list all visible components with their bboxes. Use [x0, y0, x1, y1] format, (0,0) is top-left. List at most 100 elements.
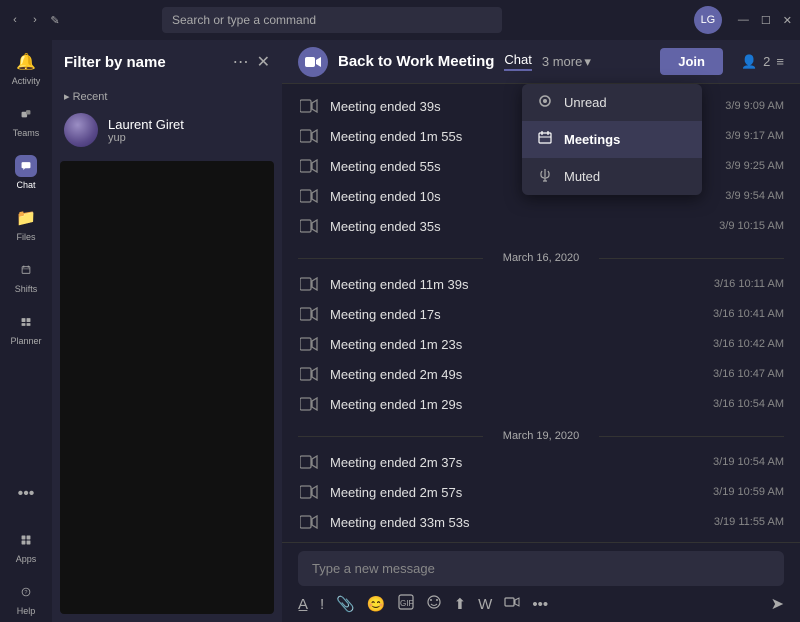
message-text: Meeting ended 1m 23s [330, 337, 703, 352]
video-call-icon [298, 215, 320, 237]
important-btn[interactable]: ! [320, 596, 324, 613]
nav-item-apps[interactable]: Apps [4, 522, 48, 570]
chevron-down-icon: ▾ [584, 54, 591, 70]
message-time: 3/9 9:17 AM [725, 130, 784, 142]
message-text: Meeting ended 33m 53s [330, 515, 704, 530]
nav-item-activity[interactable]: 🔔 Activity [4, 44, 48, 92]
maximize-btn[interactable]: ☐ [761, 14, 771, 27]
sidebar-title: Filter by name [64, 54, 225, 71]
message-time: 3/16 10:47 AM [713, 368, 784, 380]
sidebar-more-btn[interactable]: ⋯ [233, 52, 249, 72]
forward-btn[interactable]: › [28, 13, 42, 27]
svg-text:GIF: GIF [400, 599, 413, 608]
planner-icon [15, 311, 37, 333]
dropdown-muted-label: Muted [564, 169, 600, 184]
participants-btn[interactable]: 👤 2 ≡ [741, 54, 784, 70]
minimize-btn[interactable]: — [738, 14, 749, 27]
video-call-icon [298, 125, 320, 147]
dropdown-menu: Unread Meetings [522, 84, 702, 195]
nav-label-shifts: Shifts [15, 284, 38, 294]
chat-tab[interactable]: Chat [504, 52, 531, 71]
search-bar[interactable]: Search or type a command [162, 7, 502, 33]
chat-header: Back to Work Meeting Chat 3 more ▾ Join … [282, 40, 800, 84]
muted-icon [536, 168, 554, 185]
attach-btn[interactable]: 📎 [336, 595, 355, 613]
emoji-btn[interactable]: 😊 [367, 595, 386, 613]
svg-text:?: ? [24, 590, 27, 596]
compose-toolbar: A̲ ! 📎 😊 GIF [298, 594, 784, 614]
participants-count: 2 [763, 54, 770, 69]
more-tabs-label: 3 more [542, 54, 582, 69]
message-row: Meeting ended 2m 57s 3/19 10:59 AM [298, 478, 784, 506]
nav-item-planner[interactable]: Planner [4, 304, 48, 352]
menu-icon: ≡ [776, 54, 784, 69]
sticker-btn[interactable] [426, 594, 442, 614]
video-call-icon [298, 185, 320, 207]
video-call-icon [298, 303, 320, 325]
nav-item-shifts[interactable]: Shifts [4, 252, 48, 300]
nav-item-chat[interactable]: Chat [4, 148, 48, 196]
message-row: Meeting ended 33m 53s 3/19 11:55 AM [298, 508, 784, 536]
date-divider: March 19, 2020 [298, 430, 784, 442]
apps-icon [15, 529, 37, 551]
back-btn[interactable]: ‹ [8, 13, 22, 27]
message-row: Meeting ended 2m 37s 3/19 10:54 AM [298, 448, 784, 476]
video-call-icon [298, 273, 320, 295]
message-time: 3/19 10:59 AM [713, 486, 784, 498]
nav-label-apps: Apps [16, 554, 37, 564]
nav-item-files[interactable]: 📁 Files [4, 200, 48, 248]
sidebar-close-btn[interactable]: ✕ [257, 52, 270, 72]
message-time: 3/16 10:42 AM [713, 338, 784, 350]
edit-btn[interactable]: ✎ [48, 13, 62, 27]
video-call-icon [298, 363, 320, 385]
unread-icon [536, 94, 554, 111]
video-call-icon [298, 393, 320, 415]
window-controls: — ☐ ✕ [738, 14, 792, 27]
nav-controls: ‹ › ✎ [8, 13, 62, 27]
send-button[interactable]: ➤ [771, 594, 784, 614]
user-avatar-laurent [64, 113, 98, 147]
join-button[interactable]: Join [660, 48, 723, 75]
nav-item-more[interactable]: ••• [4, 470, 48, 518]
chat-list-item-laurent[interactable]: Laurent Giret yup [52, 107, 282, 153]
compose-area: Type a new message A̲ ! 📎 😊 GIF [282, 542, 800, 622]
message-text: Meeting ended 35s [330, 219, 709, 234]
nav-item-help[interactable]: ? Help [4, 574, 48, 622]
video-call-icon [298, 155, 320, 177]
format-text-btn[interactable]: A̲ [298, 596, 308, 613]
compose-box[interactable]: Type a new message [298, 551, 784, 586]
message-row: Meeting ended 11m 39s 3/16 10:11 AM [298, 270, 784, 298]
message-row: Meeting ended 2m 49s 3/16 10:47 AM [298, 360, 784, 388]
message-time: 3/9 9:09 AM [725, 100, 784, 112]
dropdown-item-unread[interactable]: Unread [522, 84, 702, 121]
sidebar-header-icons: ⋯ ✕ [233, 52, 270, 72]
date-divider: March 16, 2020 [298, 252, 784, 264]
praise-btn[interactable]: ⬆ [454, 595, 467, 613]
meetings-icon [536, 131, 554, 148]
nav-label-chat: Chat [16, 180, 35, 190]
word-btn[interactable]: W [478, 596, 492, 613]
video-clip-btn[interactable] [504, 594, 520, 614]
message-time: 3/19 11:55 AM [714, 516, 784, 528]
dropdown-item-muted[interactable]: Muted [522, 158, 702, 195]
chat-icon [15, 155, 37, 177]
message-time: 3/16 10:54 AM [713, 398, 784, 410]
user-avatar-top[interactable]: LG [694, 6, 722, 34]
dropdown-unread-label: Unread [564, 95, 607, 110]
close-btn[interactable]: ✕ [783, 14, 792, 27]
sidebar: Filter by name ⋯ ✕ ▸ Recent Laurent Gire… [52, 40, 282, 622]
giphy-btn[interactable]: GIF [398, 594, 414, 614]
message-row: Meeting ended 1m 23s 3/16 10:42 AM [298, 330, 784, 358]
teams-icon [15, 103, 37, 125]
more-actions-btn[interactable]: ••• [532, 596, 548, 613]
dropdown-item-meetings[interactable]: Meetings [522, 121, 702, 158]
message-time: 3/16 10:11 AM [714, 278, 784, 290]
app-body: 🔔 Activity Teams Chat 📁 Files [0, 40, 800, 622]
search-placeholder: Search or type a command [172, 13, 316, 27]
shifts-icon [15, 259, 37, 281]
dropdown-meetings-label: Meetings [564, 132, 620, 147]
nav-item-teams[interactable]: Teams [4, 96, 48, 144]
message-time: 3/19 10:54 AM [713, 456, 784, 468]
meeting-title: Back to Work Meeting [338, 53, 494, 70]
more-tabs-btn[interactable]: 3 more ▾ [542, 54, 591, 70]
